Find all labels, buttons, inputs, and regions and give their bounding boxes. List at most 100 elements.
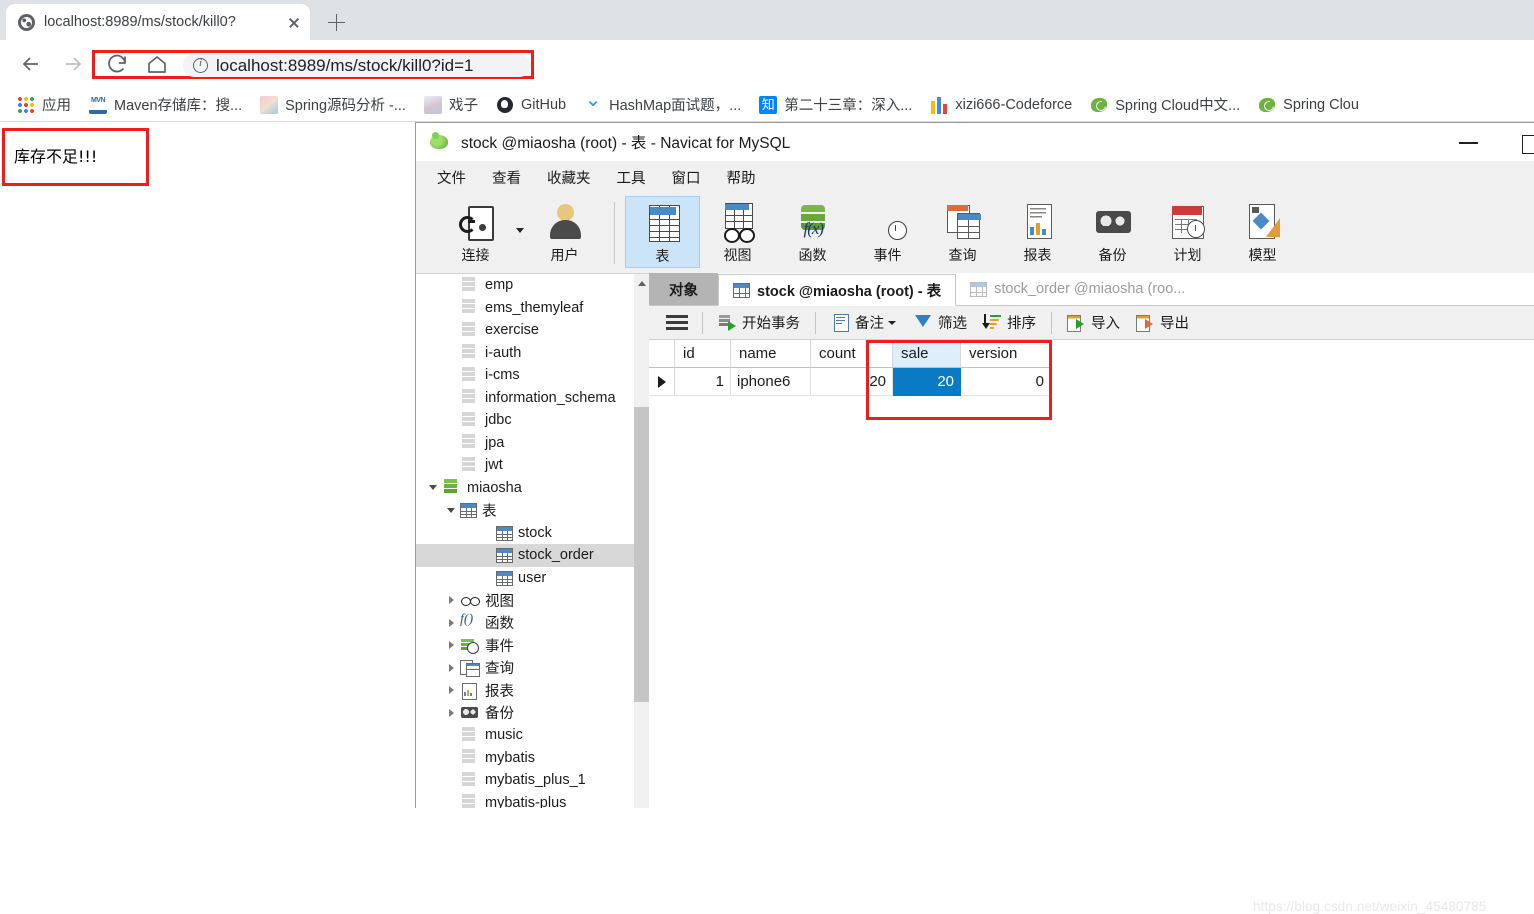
tree-item[interactable]: 表 — [416, 499, 634, 522]
filter-button[interactable]: 筛选 — [906, 309, 975, 337]
column-header-version[interactable]: version — [961, 340, 1051, 368]
column-header-sale[interactable]: sale — [893, 340, 961, 368]
tab-stock-table[interactable]: stock @miaosha (root) - 表 — [718, 274, 956, 306]
chevron-right-icon[interactable] — [442, 709, 460, 717]
column-header-id[interactable]: id — [675, 340, 731, 368]
tree-item[interactable]: jdbc — [416, 409, 634, 432]
tree-item[interactable]: exercise — [416, 319, 634, 342]
cell-count[interactable]: 20 — [811, 368, 893, 396]
chevron-right-icon[interactable] — [442, 641, 460, 649]
tree-item[interactable]: information_schema — [416, 387, 634, 410]
forward-arrow-icon[interactable] — [56, 47, 90, 81]
tree-item[interactable]: jpa — [416, 432, 634, 455]
chevron-right-icon[interactable] — [442, 686, 460, 694]
bookmark-item[interactable]: 第二十三章：深入... — [750, 92, 921, 118]
bookmark-item[interactable]: Spring源码分析 -... — [251, 92, 415, 118]
sidebar-scrollbar[interactable] — [634, 274, 649, 808]
address-bar[interactable]: localhost:8989/ms/stock/kill0?id=1 — [183, 54, 531, 77]
tree-item[interactable]: emp — [416, 274, 634, 297]
chevron-down-icon[interactable] — [424, 485, 442, 490]
browser-tab[interactable]: localhost:8989/ms/stock/kill0? — [6, 4, 310, 40]
chevron-down-icon[interactable] — [886, 314, 898, 331]
import-button[interactable]: 导入 — [1059, 309, 1128, 337]
menu-view[interactable]: 查看 — [479, 163, 534, 192]
sort-button[interactable]: 排序 — [975, 309, 1044, 337]
toolbar-query[interactable]: 查询 — [925, 196, 1000, 268]
tree-item[interactable]: i-cms — [416, 364, 634, 387]
menu-file[interactable]: 文件 — [424, 163, 479, 192]
bookmark-label: Spring Cloud中文... — [1115, 94, 1240, 115]
bookmark-item[interactable]: Maven存储库：搜... — [80, 92, 251, 118]
bookmark-item[interactable]: 戏子 — [415, 92, 487, 118]
cell-version[interactable]: 0 — [961, 368, 1051, 396]
bookmark-item[interactable]: HashMap面试题，... — [575, 92, 750, 118]
tree-item[interactable]: 备份 — [416, 702, 634, 725]
navicat-logo-icon — [430, 132, 450, 152]
chevron-right-icon[interactable] — [442, 619, 460, 627]
tree-item[interactable]: user — [416, 567, 634, 590]
maximize-icon[interactable] — [1508, 123, 1534, 161]
schedule-calendar-icon — [1167, 202, 1209, 242]
back-arrow-icon[interactable] — [14, 47, 48, 81]
new-tab-button[interactable] — [322, 8, 351, 37]
begin-transaction-button[interactable]: 开始事务 — [710, 309, 808, 337]
tree-item[interactable]: 报表 — [416, 679, 634, 702]
toolbar-schedule[interactable]: 计划 — [1150, 196, 1225, 268]
chevron-down-icon[interactable] — [513, 196, 527, 268]
tree-item[interactable]: 视图 — [416, 589, 634, 612]
bookmark-item[interactable]: GitHub — [487, 92, 575, 118]
tree-item[interactable]: 函数 — [416, 612, 634, 635]
chevron-right-icon[interactable] — [442, 596, 460, 604]
tree-item[interactable]: stock — [416, 522, 634, 545]
scrollbar-thumb[interactable] — [634, 407, 649, 702]
cell-name[interactable]: iphone6 — [731, 368, 811, 396]
cell-id[interactable]: 1 — [675, 368, 731, 396]
chevron-right-icon[interactable] — [442, 664, 460, 672]
info-circle-icon[interactable] — [193, 58, 208, 73]
table-row[interactable]: 1 iphone6 20 20 0 — [649, 368, 1534, 396]
hamburger-menu-icon[interactable] — [666, 314, 688, 331]
close-icon[interactable] — [284, 12, 304, 32]
chevron-down-icon[interactable] — [442, 508, 460, 513]
tree-item[interactable]: mybatis-plus — [416, 792, 634, 809]
menu-tools[interactable]: 工具 — [604, 163, 659, 192]
tree-item[interactable]: mybatis_plus_1 — [416, 769, 634, 792]
menu-favorites[interactable]: 收藏夹 — [534, 163, 604, 192]
toolbar-function[interactable]: 函数 — [775, 196, 850, 268]
toolbar-table[interactable]: 表 — [625, 196, 700, 268]
menu-window[interactable]: 窗口 — [659, 163, 714, 192]
toolbar-connection[interactable]: 连接 — [438, 196, 513, 268]
export-button[interactable]: 导出 — [1128, 309, 1197, 337]
tree-item[interactable]: stock_order — [416, 544, 634, 567]
tree-item[interactable]: 查询 — [416, 657, 634, 680]
minimize-icon[interactable] — [1446, 123, 1492, 161]
menu-help[interactable]: 帮助 — [714, 163, 769, 192]
bookmark-item[interactable]: Spring Clou — [1249, 92, 1368, 118]
tree-item[interactable]: ems_themyleaf — [416, 297, 634, 320]
bookmark-item[interactable]: Spring Cloud中文... — [1081, 92, 1249, 118]
toolbar-report[interactable]: 报表 — [1000, 196, 1075, 268]
tab-stock-order-table[interactable]: stock_order @miaosha (roo... — [956, 273, 1199, 305]
column-header-name[interactable]: name — [731, 340, 811, 368]
column-header-count[interactable]: count — [811, 340, 893, 368]
bookmark-item[interactable]: 应用 — [8, 92, 80, 118]
scroll-up-icon[interactable] — [634, 274, 649, 291]
toolbar-model[interactable]: 模型 — [1225, 196, 1300, 268]
tree-item[interactable]: i-auth — [416, 342, 634, 365]
view-glasses-icon — [717, 202, 759, 242]
tree-item[interactable]: 事件 — [416, 634, 634, 657]
filter-icon — [914, 314, 933, 331]
toolbar-backup[interactable]: 备份 — [1075, 196, 1150, 268]
tree-item[interactable]: miaosha — [416, 477, 634, 500]
tab-objects[interactable]: 对象 — [649, 273, 718, 305]
tree-item[interactable]: jwt — [416, 454, 634, 477]
note-button[interactable]: 备注 — [823, 309, 906, 337]
toolbar-user[interactable]: 用户 — [527, 196, 602, 268]
toolbar-view[interactable]: 视图 — [700, 196, 775, 268]
tab-label: stock @miaosha (root) - 表 — [757, 280, 941, 301]
cell-sale-selected[interactable]: 20 — [893, 368, 961, 396]
tree-item[interactable]: music — [416, 724, 634, 747]
bookmark-item[interactable]: xizi666-Codeforce — [921, 92, 1081, 118]
tree-item[interactable]: mybatis — [416, 747, 634, 770]
toolbar-event[interactable]: 事件 — [850, 196, 925, 268]
